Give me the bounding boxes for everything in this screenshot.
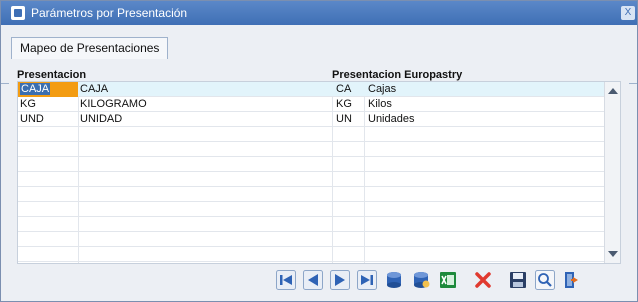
cell-code[interactable]: CAJA	[18, 82, 78, 97]
exit-icon	[565, 272, 578, 288]
table-row[interactable]	[18, 142, 606, 157]
scroll-down-icon[interactable]	[608, 251, 618, 257]
table-row[interactable]	[18, 157, 606, 172]
save-button[interactable]	[507, 269, 529, 291]
table-row[interactable]	[18, 172, 606, 187]
vertical-scrollbar[interactable]	[604, 82, 620, 263]
table-row[interactable]: KG KILOGRAMO KG Kilos	[18, 97, 606, 112]
title-bar[interactable]: Parámetros por Presentación X	[1, 1, 637, 25]
table-row[interactable]	[18, 202, 606, 217]
cell-desc[interactable]: UNIDAD	[80, 112, 122, 127]
tab-mapeo-presentaciones[interactable]: Mapeo de Presentaciones	[11, 37, 169, 59]
search-icon	[535, 270, 555, 290]
last-icon	[357, 270, 377, 290]
database-save-icon	[414, 272, 430, 288]
search-button[interactable]	[534, 269, 556, 291]
header-presentacion-europastry: Presentacion Europastry	[332, 69, 463, 81]
table-row[interactable]	[18, 232, 606, 247]
cell-code[interactable]: UND	[20, 112, 44, 127]
cell-europastry-desc[interactable]: Unidades	[368, 112, 414, 127]
first-record-button[interactable]	[275, 269, 297, 291]
cell-europastry-code[interactable]: CA	[336, 82, 351, 97]
excel-icon	[440, 272, 456, 288]
table-row[interactable]	[18, 217, 606, 232]
exit-button[interactable]	[561, 269, 583, 291]
table-row[interactable]	[18, 127, 606, 142]
prev-record-button[interactable]	[302, 269, 324, 291]
next-icon	[330, 270, 350, 290]
cell-code-text: CAJA	[20, 83, 51, 95]
table-row[interactable]: UND UNIDAD UN Unidades	[18, 112, 606, 127]
table-row[interactable]	[18, 187, 606, 202]
mapping-panel: Presentacion Presentacion Europastry CAJ…	[9, 61, 629, 301]
first-icon	[276, 270, 296, 290]
prev-icon	[303, 270, 323, 290]
scroll-up-icon[interactable]	[608, 88, 618, 94]
table-row[interactable]	[18, 247, 606, 262]
delete-button[interactable]	[472, 269, 494, 291]
export-excel-button[interactable]	[437, 269, 459, 291]
cell-desc[interactable]: CAJA	[80, 82, 108, 97]
database-button[interactable]	[383, 269, 405, 291]
database-icon	[387, 272, 401, 288]
last-record-button[interactable]	[356, 269, 378, 291]
navigation-toolbar	[275, 265, 588, 295]
cell-europastry-desc[interactable]: Kilos	[368, 97, 392, 112]
mapping-grid[interactable]: CAJA CAJA CA Cajas KG KILOGRAMO KG Kilos…	[17, 81, 621, 264]
cell-europastry-code[interactable]: UN	[336, 112, 352, 127]
save-icon	[510, 272, 526, 288]
cell-desc[interactable]: KILOGRAMO	[80, 97, 147, 112]
cell-europastry-code[interactable]: KG	[336, 97, 352, 112]
header-presentacion: Presentacion	[17, 69, 87, 81]
next-record-button[interactable]	[329, 269, 351, 291]
table-row[interactable]: CAJA CAJA CA Cajas	[18, 82, 606, 97]
window-title: Parámetros por Presentación	[31, 6, 188, 20]
tab-strip: Mapeo de Presentaciones	[1, 25, 637, 84]
cell-code[interactable]: KG	[20, 97, 36, 112]
close-button[interactable]: X	[621, 6, 635, 20]
database-save-button[interactable]	[410, 269, 432, 291]
delete-icon	[475, 272, 491, 288]
app-icon	[11, 6, 25, 20]
cell-europastry-desc[interactable]: Cajas	[368, 82, 396, 97]
presentation-params-window: Parámetros por Presentación X Mapeo de P…	[0, 0, 638, 302]
